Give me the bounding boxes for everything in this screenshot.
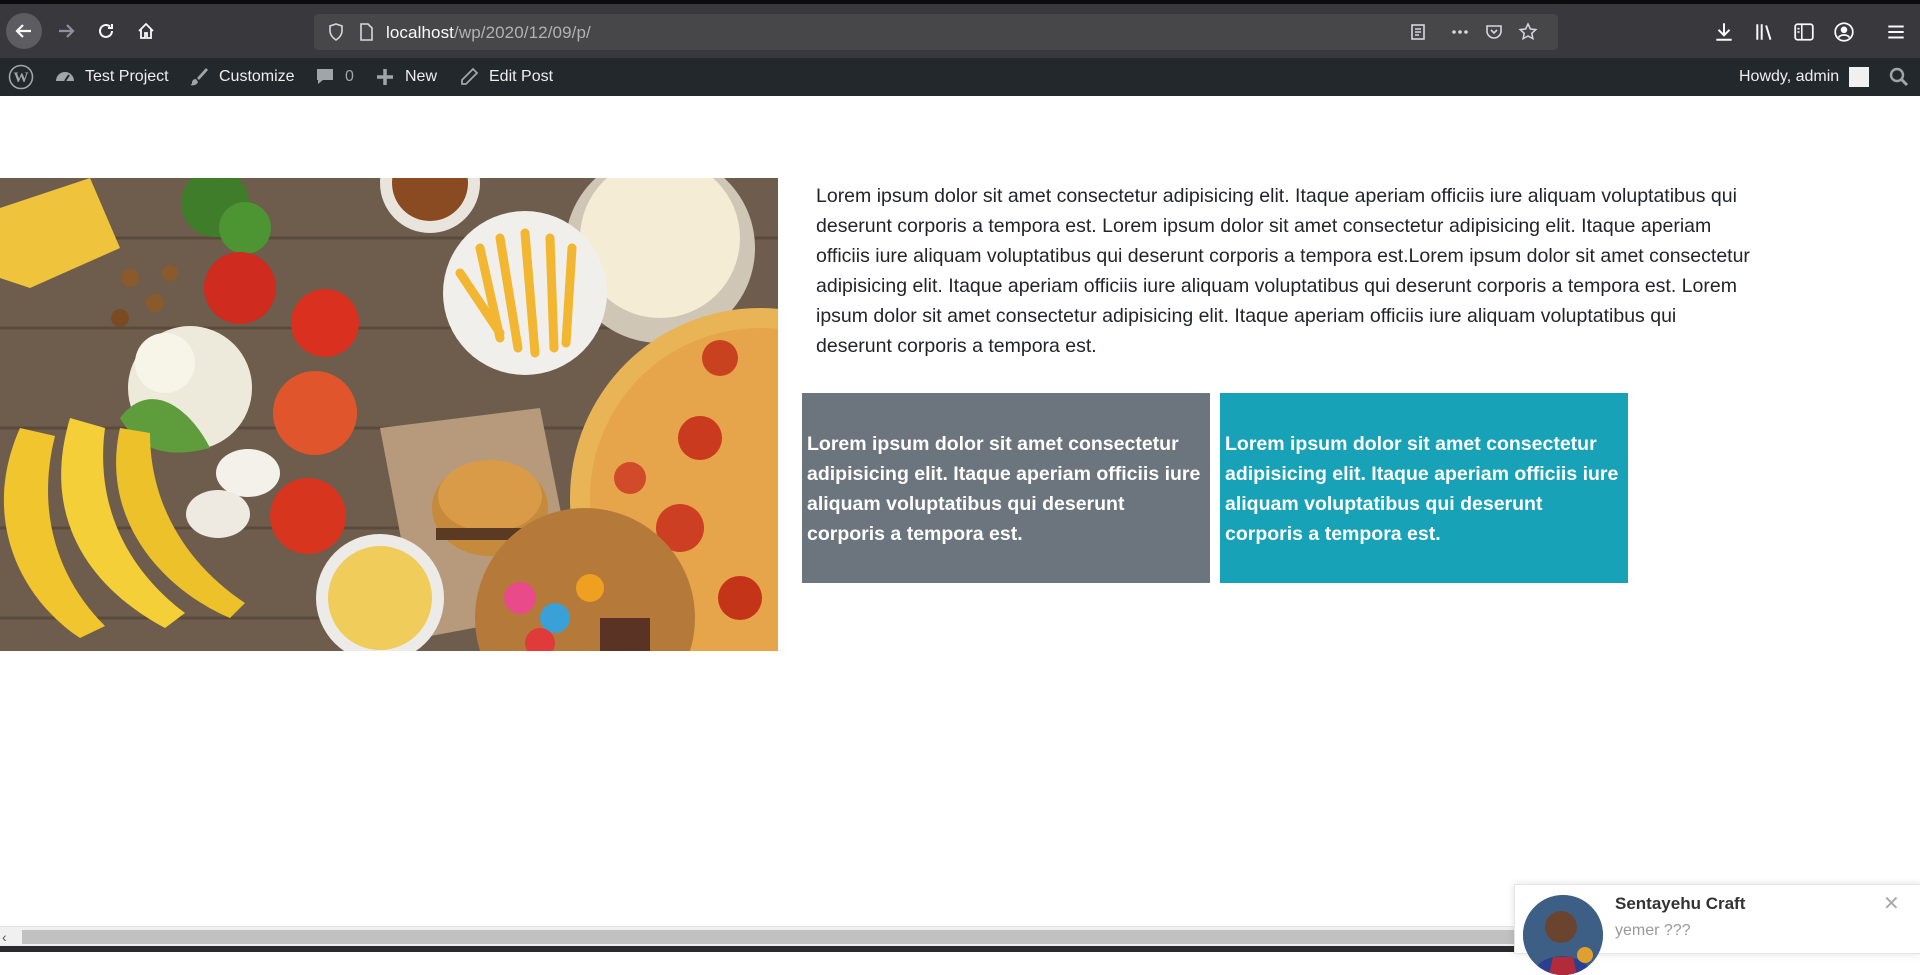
teal-card-text: Lorem ipsum dolor sit amet consectetur a… bbox=[1225, 433, 1619, 545]
library-icon[interactable] bbox=[1754, 21, 1776, 43]
reload-icon bbox=[99, 23, 113, 38]
plus-icon bbox=[377, 69, 393, 85]
svg-text:W: W bbox=[14, 70, 29, 86]
comment-icon bbox=[317, 69, 333, 84]
page-info-icon[interactable] bbox=[356, 22, 376, 42]
my-account-menu[interactable]: Howdy, admin bbox=[1739, 58, 1870, 96]
customize-link[interactable]: Customize bbox=[188, 58, 295, 96]
downloads-icon[interactable] bbox=[1713, 21, 1735, 43]
chat-sender-name: Sentayehu Craft bbox=[1615, 894, 1746, 913]
new-content-menu[interactable]: New bbox=[374, 58, 437, 96]
intro-paragraph: Lorem ipsum dolor sit amet consectetur a… bbox=[816, 185, 1750, 357]
avatar bbox=[1849, 67, 1870, 87]
comments-count: 0 bbox=[345, 68, 354, 85]
menu-icon[interactable] bbox=[1885, 21, 1907, 43]
close-icon[interactable]: ✕ bbox=[1883, 891, 1900, 916]
url-host: localhost bbox=[386, 23, 454, 42]
new-label: New bbox=[405, 68, 438, 85]
wp-admin-bar: W Test Project Customize 0 New Edit Post… bbox=[0, 58, 1920, 96]
food-photo bbox=[0, 178, 778, 651]
account-icon[interactable] bbox=[1833, 21, 1855, 43]
url-bar[interactable]: localhost/wp/2020/12/09/p/ bbox=[314, 14, 1558, 50]
arrow-left-icon bbox=[15, 24, 31, 38]
reload-button[interactable] bbox=[88, 13, 124, 49]
search-icon bbox=[1889, 67, 1909, 87]
arrow-right-icon bbox=[59, 24, 75, 38]
pocket-icon[interactable] bbox=[1484, 22, 1504, 42]
chat-avatar bbox=[1523, 895, 1603, 975]
home-icon bbox=[138, 22, 154, 39]
comments-link[interactable]: 0 bbox=[314, 58, 354, 96]
scrollbar-thumb[interactable] bbox=[22, 930, 1522, 944]
forward-button[interactable] bbox=[48, 13, 84, 49]
dashboard-icon bbox=[56, 72, 74, 82]
chat-popup[interactable]: Sentayehu Craft yemer ??? ✕ bbox=[1514, 884, 1920, 975]
gray-card: Lorem ipsum dolor sit amet consectetur a… bbox=[802, 393, 1210, 583]
paintbrush-icon bbox=[190, 68, 208, 86]
edit-post-link[interactable]: Edit Post bbox=[458, 58, 553, 96]
bookmark-star-icon[interactable] bbox=[1518, 22, 1538, 42]
pencil-icon bbox=[461, 67, 479, 85]
shield-icon[interactable] bbox=[326, 22, 346, 42]
url-path: /wp/2020/12/09/p/ bbox=[454, 23, 591, 42]
back-button[interactable] bbox=[6, 13, 42, 49]
edit-post-label: Edit Post bbox=[489, 68, 554, 85]
url-text[interactable]: localhost/wp/2020/12/09/p/ bbox=[386, 23, 591, 43]
teal-card: Lorem ipsum dolor sit amet consectetur a… bbox=[1220, 393, 1628, 583]
site-name-menu[interactable]: Test Project bbox=[54, 58, 169, 96]
reader-view-icon[interactable] bbox=[1408, 22, 1428, 42]
howdy-label: Howdy, admin bbox=[1739, 68, 1840, 85]
more-actions-icon[interactable] bbox=[1450, 22, 1470, 42]
customize-label: Customize bbox=[219, 68, 295, 85]
chat-message-preview: yemer ??? bbox=[1615, 922, 1691, 939]
person-avatar-icon bbox=[1523, 895, 1603, 975]
wp-logo-menu[interactable]: W bbox=[8, 58, 34, 96]
admin-search[interactable] bbox=[1888, 58, 1910, 96]
gray-card-text: Lorem ipsum dolor sit amet consectetur a… bbox=[807, 433, 1201, 545]
scroll-left-arrow-icon[interactable]: ‹ bbox=[2, 929, 18, 945]
browser-toolbar: localhost/wp/2020/12/09/p/ bbox=[0, 0, 1920, 58]
sidebar-icon[interactable] bbox=[1793, 21, 1815, 43]
wordpress-icon: W bbox=[8, 64, 34, 90]
home-button[interactable] bbox=[128, 13, 164, 49]
site-name: Test Project bbox=[85, 68, 169, 85]
food-illustration bbox=[0, 178, 778, 651]
